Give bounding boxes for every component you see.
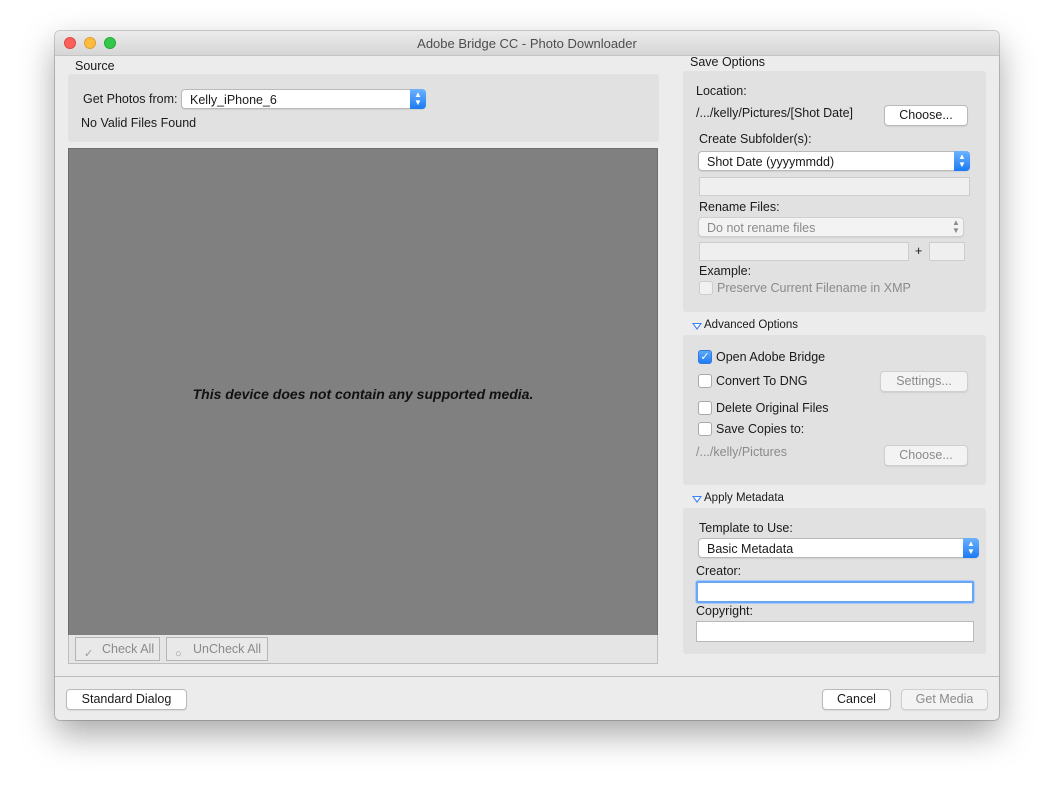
source-section-label: Source [75, 59, 115, 73]
save-copies-checkbox[interactable] [698, 422, 712, 436]
location-choose-button[interactable]: Choose... [884, 105, 968, 126]
save-copies-label: Save Copies to: [716, 422, 805, 436]
check-all-button[interactable]: ✓ Check All [75, 637, 160, 661]
save-options-section-label: Save Options [690, 55, 766, 69]
apply-metadata-section-label: Apply Metadata [704, 492, 784, 504]
advanced-options-section-label: Advanced Options [704, 319, 798, 331]
delete-originals-checkbox[interactable] [698, 401, 712, 415]
copies-path: /.../kelly/Pictures [696, 445, 787, 459]
advanced-options-disclosure-icon[interactable] [692, 323, 702, 330]
photo-downloader-window: Adobe Bridge CC - Photo Downloader Sourc… [55, 31, 999, 720]
rename-select-value: Do not rename files [707, 221, 816, 235]
template-label: Template to Use: [699, 521, 793, 535]
subfolder-custom-field[interactable] [699, 177, 970, 196]
template-select[interactable]: Basic Metadata ▲ ▼ [698, 538, 979, 558]
convert-dng-checkbox[interactable] [698, 374, 712, 388]
subfolder-label: Create Subfolder(s): [699, 132, 812, 146]
template-select-value: Basic Metadata [707, 542, 794, 556]
plus-sign: + [915, 244, 923, 258]
rename-number-field[interactable] [929, 242, 965, 261]
copyright-field[interactable] [696, 621, 974, 642]
save-options-panel: Location: /.../kelly/Pictures/[Shot Date… [683, 71, 986, 312]
source-panel: Get Photos from: Kelly_iPhone_6 ▲ ▼ No Va… [68, 74, 659, 142]
thumbnail-preview-area[interactable]: This device does not contain any support… [68, 148, 658, 636]
uncheck-icon: ○ [175, 648, 182, 660]
location-label: Location: [696, 84, 747, 98]
copyright-label: Copyright: [696, 604, 753, 618]
creator-label: Creator: [696, 564, 742, 578]
dng-settings-button[interactable]: Settings... [880, 371, 968, 392]
select-arrows-icon: ▲ ▼ [954, 151, 970, 171]
get-photos-label: Get Photos from: [83, 92, 178, 106]
uncheck-all-label: UnCheck All [193, 642, 262, 656]
source-status: No Valid Files Found [81, 116, 197, 130]
subfolder-select[interactable]: Shot Date (yyyymmdd) ▲ ▼ [698, 151, 970, 171]
apply-metadata-panel: Template to Use: Basic Metadata ▲ ▼ Creat… [683, 508, 986, 654]
device-select[interactable]: Kelly_iPhone_6 ▲ ▼ [181, 89, 426, 109]
uncheck-all-button[interactable]: ○ UnCheck All [166, 637, 268, 661]
rename-files-label: Rename Files: [699, 200, 780, 214]
location-path: /.../kelly/Pictures/[Shot Date] [696, 106, 854, 120]
example-label: Example: [699, 264, 752, 278]
advanced-options-panel: ✓ Open Adobe Bridge Convert To DNG Setti… [683, 335, 986, 485]
preserve-filename-checkbox[interactable] [699, 281, 713, 295]
footer-separator [55, 676, 999, 677]
creator-field[interactable] [696, 581, 974, 603]
preview-toolbar: ✓ Check All ○ UnCheck All [68, 635, 658, 664]
apply-metadata-disclosure-icon[interactable] [692, 496, 702, 503]
convert-dng-label: Convert To DNG [716, 374, 808, 388]
window-title: Adobe Bridge CC - Photo Downloader [417, 36, 637, 51]
preserve-filename-label: Preserve Current Filename in XMP [717, 281, 911, 295]
check-all-label: Check All [102, 642, 155, 656]
select-arrows-icon: ▲ ▼ [952, 218, 960, 235]
no-media-message: This device does not contain any support… [192, 386, 534, 402]
select-arrows-icon: ▲ ▼ [963, 538, 979, 558]
title-bar: Adobe Bridge CC - Photo Downloader [55, 31, 999, 56]
subfolder-select-value: Shot Date (yyyymmdd) [707, 155, 835, 169]
device-select-value: Kelly_iPhone_6 [190, 93, 277, 107]
standard-dialog-button[interactable]: Standard Dialog [66, 689, 187, 710]
delete-originals-label: Delete Original Files [716, 401, 829, 415]
check-icon: ✓ [84, 648, 94, 660]
select-arrows-icon: ▲ ▼ [410, 89, 426, 109]
open-bridge-label: Open Adobe Bridge [716, 350, 826, 364]
cancel-button[interactable]: Cancel [822, 689, 891, 710]
rename-files-select[interactable]: Do not rename files ▲ ▼ [698, 217, 964, 237]
rename-text-field[interactable] [699, 242, 909, 261]
get-media-button[interactable]: Get Media [901, 689, 988, 710]
open-bridge-checkbox[interactable]: ✓ [698, 350, 712, 364]
copies-choose-button[interactable]: Choose... [884, 445, 968, 466]
